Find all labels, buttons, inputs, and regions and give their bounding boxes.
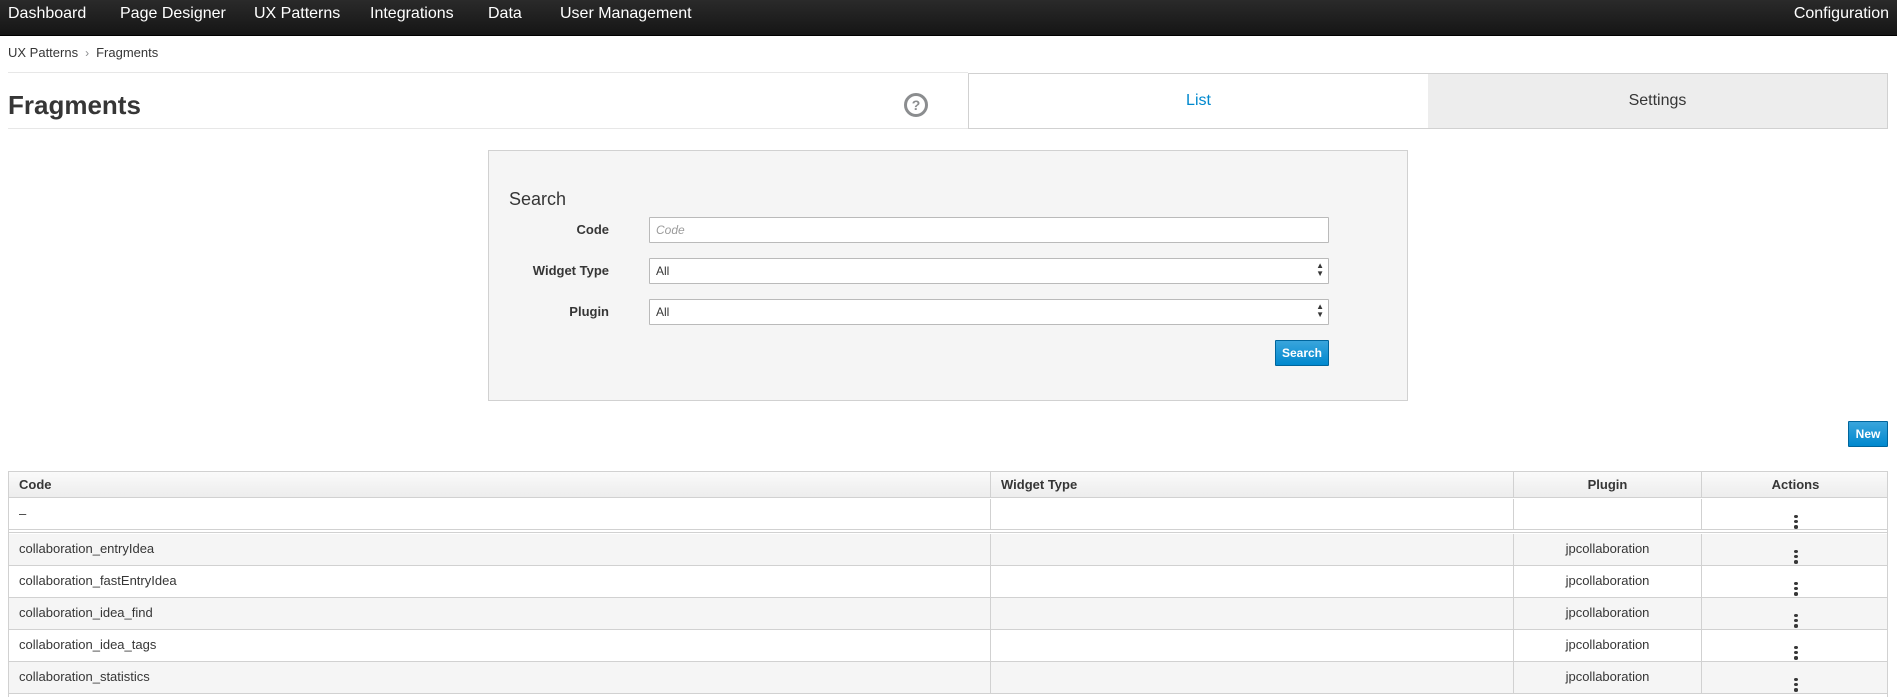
kebab-menu-icon[interactable]: [1790, 514, 1802, 529]
table-header: Code Widget Type Plugin Actions: [9, 472, 1887, 498]
cell-actions: [1702, 499, 1887, 530]
nav-item-data[interactable]: Data: [488, 0, 522, 28]
top-nav: Dashboard Page Designer UX Patterns Inte…: [0, 0, 1897, 36]
table-row: collaboration_fastEntryIdea jpcollaborat…: [9, 566, 1887, 598]
cell-plugin: jpcollaboration: [1514, 630, 1702, 661]
column-header-actions: Actions: [1771, 477, 1820, 492]
cell-plugin: jpcollaboration: [1514, 534, 1702, 565]
cell-widget-type: [991, 534, 1514, 565]
cell-widget-type: [991, 499, 1514, 530]
cell-code[interactable]: collaboration_idea_find: [9, 598, 991, 629]
cell-plugin: jpcollaboration: [1514, 566, 1702, 597]
cell-code[interactable]: collaboration_fastEntryIdea: [9, 566, 991, 597]
cell-actions: [1702, 662, 1887, 693]
search-panel: Search Code Widget Type All ▲▼ Plugin Al…: [488, 150, 1408, 401]
view-tabs: List Settings: [968, 73, 1888, 129]
cell-code[interactable]: collaboration_idea_tags: [9, 630, 991, 661]
question-circle-icon[interactable]: ?: [904, 93, 928, 117]
widget-type-label: Widget Type: [532, 263, 609, 278]
kebab-menu-icon[interactable]: [1790, 677, 1802, 692]
table-row: collaboration_idea_tags jpcollaboration: [9, 630, 1887, 662]
nav-item-integrations[interactable]: Integrations: [370, 0, 454, 28]
breadcrumb-ux-patterns[interactable]: UX Patterns: [8, 45, 78, 60]
header-divider-top: [8, 72, 968, 73]
cell-widget-type: [991, 630, 1514, 661]
breadcrumb-current: Fragments: [96, 45, 159, 60]
breadcrumb-separator: ›: [85, 46, 90, 60]
plugin-label: Plugin: [569, 304, 609, 319]
nav-item-user-management[interactable]: User Management: [560, 0, 692, 28]
fragments-table: Code Widget Type Plugin Actions – collab…: [8, 471, 1888, 697]
kebab-menu-icon[interactable]: [1790, 613, 1802, 628]
column-header-code[interactable]: Code: [9, 472, 991, 498]
widget-type-select[interactable]: All ▲ ▼: [649, 258, 1329, 284]
cell-actions: [1702, 630, 1887, 661]
cell-code[interactable]: collaboration_statistics: [9, 662, 991, 693]
plugin-value: All: [656, 305, 670, 319]
search-title: Search: [509, 189, 567, 209]
column-header-plugin[interactable]: Plugin: [1514, 472, 1702, 498]
cell-code[interactable]: collaboration_entryIdea: [9, 534, 991, 565]
cell-plugin: [1514, 499, 1702, 530]
new-button[interactable]: New: [1848, 421, 1888, 447]
cell-actions: [1702, 534, 1887, 565]
widget-type-value: All: [656, 264, 670, 278]
cell-plugin: jpcollaboration: [1514, 662, 1702, 693]
cell-code: –: [9, 499, 991, 530]
nav-item-configuration[interactable]: Configuration: [1794, 0, 1889, 28]
nav-item-ux-patterns[interactable]: UX Patterns: [254, 0, 340, 28]
cell-actions: [1702, 566, 1887, 597]
header-divider-bottom: [8, 128, 968, 129]
column-header-widget-type[interactable]: Widget Type: [991, 472, 1514, 498]
plugin-select[interactable]: All ▲ ▼: [649, 299, 1329, 325]
table-row: –: [9, 499, 1887, 530]
select-arrows-icon: ▲ ▼: [1316, 261, 1324, 278]
select-arrows-icon: ▲ ▼: [1316, 302, 1324, 319]
breadcrumb: UX Patterns › Fragments: [8, 45, 158, 60]
nav-item-dashboard[interactable]: Dashboard: [8, 0, 86, 28]
cell-actions: [1702, 598, 1887, 629]
kebab-menu-icon[interactable]: [1790, 549, 1802, 564]
table-row: collaboration_statistics jpcollaboration: [9, 662, 1887, 694]
cell-plugin: jpcollaboration: [1514, 598, 1702, 629]
table-row: collaboration_entryIdea jpcollaboration: [9, 534, 1887, 566]
code-label: Code: [576, 222, 610, 237]
tab-list[interactable]: List: [969, 74, 1428, 128]
kebab-menu-icon[interactable]: [1790, 645, 1802, 660]
table-row: collaboration_idea_find jpcollaboration: [9, 598, 1887, 630]
page-title: Fragments: [8, 90, 141, 120]
kebab-menu-icon[interactable]: [1790, 581, 1802, 596]
search-button[interactable]: Search: [1275, 340, 1329, 366]
nav-item-page-designer[interactable]: Page Designer: [120, 0, 226, 28]
cell-widget-type: [991, 598, 1514, 629]
cell-widget-type: [991, 566, 1514, 597]
tab-settings[interactable]: Settings: [1428, 74, 1887, 128]
cell-widget-type: [991, 662, 1514, 693]
row-separator: [9, 530, 1887, 533]
code-input[interactable]: [649, 217, 1329, 243]
